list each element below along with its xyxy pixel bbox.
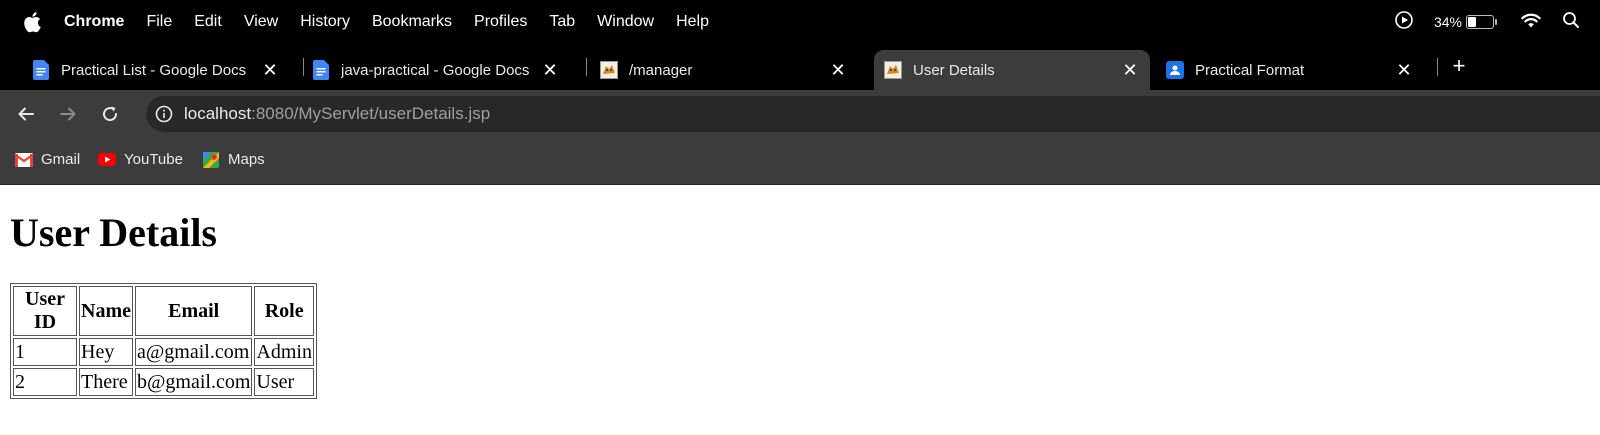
menu-help[interactable]: Help: [676, 13, 709, 31]
battery-icon[interactable]: [1466, 15, 1497, 29]
cell-name: Hey: [79, 338, 133, 366]
close-tab-icon[interactable]: ✕: [540, 60, 560, 80]
tab-java-practical[interactable]: java-practical - Google Docs ✕: [280, 50, 570, 90]
tomcat-icon: [600, 61, 618, 79]
tab-title: User Details: [913, 61, 995, 79]
browser-toolbar: localhost:8080/MyServlet/userDetails.jsp: [0, 90, 1600, 138]
tab-manager[interactable]: /manager ✕: [568, 50, 858, 90]
tab-title: java-practical - Google Docs: [341, 61, 530, 79]
new-tab-button[interactable]: +: [1447, 53, 1471, 78]
bookmark-youtube[interactable]: YouTube: [98, 151, 183, 168]
menu-chrome[interactable]: Chrome: [64, 13, 124, 31]
url-text[interactable]: localhost:8080/MyServlet/userDetails.jsp: [184, 104, 490, 124]
youtube-icon: [98, 152, 116, 168]
bookmarks-bar: Gmail YouTube Maps: [0, 138, 1600, 185]
close-tab-icon[interactable]: ✕: [260, 60, 280, 80]
cell-role: User: [254, 368, 314, 396]
url-path: :8080/MyServlet/userDetails.jsp: [251, 104, 491, 123]
tab-separator: [303, 58, 304, 76]
user-details-table: User ID Name Email Role 1 Hey a@gmail.co…: [10, 283, 317, 399]
menu-edit[interactable]: Edit: [194, 13, 222, 31]
tab-title: Practical Format: [1195, 61, 1305, 79]
cell-email: b@gmail.com: [134, 368, 253, 396]
macos-menu-bar: Chrome File Edit View History Bookmarks …: [0, 0, 1600, 44]
cell-user-id: 2: [13, 368, 77, 396]
media-play-icon[interactable]: [1394, 10, 1414, 35]
tab-practical-format[interactable]: Practical Format ✕: [1134, 50, 1424, 90]
cell-name: There: [79, 368, 133, 396]
google-docs-icon: [312, 60, 330, 80]
tab-title: Practical List - Google Docs: [61, 61, 247, 79]
page-title: User Details: [10, 210, 217, 255]
page-content: User Details User ID Name Email Role 1 H…: [0, 185, 1600, 435]
wifi-icon[interactable]: [1520, 11, 1542, 34]
bookmark-gmail[interactable]: Gmail: [15, 151, 80, 168]
reload-icon[interactable]: [98, 102, 122, 126]
menu-bookmarks[interactable]: Bookmarks: [372, 13, 452, 31]
cell-user-id: 1: [13, 338, 77, 366]
gmail-icon: [15, 152, 33, 168]
spotlight-search-icon[interactable]: [1562, 11, 1580, 34]
tab-user-details[interactable]: User Details ✕: [874, 50, 1150, 90]
tab-separator: [586, 58, 587, 76]
tomcat-icon: [884, 61, 902, 79]
column-header-role: Role: [254, 286, 314, 336]
tab-title: /manager: [629, 61, 693, 79]
bookmark-label: YouTube: [124, 151, 183, 168]
back-arrow-icon[interactable]: [14, 102, 38, 126]
menu-profiles[interactable]: Profiles: [474, 13, 527, 31]
bookmark-label: Maps: [228, 151, 265, 168]
menu-tab[interactable]: Tab: [549, 13, 575, 31]
table-row: 2 There b@gmail.com User: [13, 368, 314, 396]
bookmark-maps[interactable]: Maps: [202, 151, 265, 168]
menu-window[interactable]: Window: [597, 13, 654, 31]
menu-view[interactable]: View: [244, 13, 278, 31]
close-tab-icon[interactable]: ✕: [828, 60, 848, 80]
google-docs-icon: [32, 60, 50, 80]
battery-percent: 34%: [1433, 14, 1462, 30]
tab-strip: Practical List - Google Docs ✕ java-prac…: [0, 44, 1600, 90]
forward-arrow-icon[interactable]: [56, 102, 80, 126]
site-info-icon[interactable]: [154, 104, 174, 124]
column-header-email: Email: [134, 286, 253, 336]
apple-menu-icon[interactable]: [22, 11, 42, 33]
table-header-row: User ID Name Email Role: [13, 286, 314, 336]
column-header-user-id: User ID: [13, 286, 77, 336]
menu-history[interactable]: History: [300, 13, 350, 31]
address-bar[interactable]: localhost:8080/MyServlet/userDetails.jsp: [146, 96, 1600, 132]
table-row: 1 Hey a@gmail.com Admin: [13, 338, 314, 366]
bookmark-label: Gmail: [41, 151, 81, 168]
tab-practical-list[interactable]: Practical List - Google Docs ✕: [0, 50, 290, 90]
google-classroom-icon: [1166, 61, 1184, 79]
cell-email: a@gmail.com: [134, 338, 253, 366]
url-host: localhost: [184, 104, 252, 123]
menu-file[interactable]: File: [146, 13, 172, 31]
tab-separator: [1437, 58, 1438, 76]
column-header-name: Name: [79, 286, 133, 336]
maps-icon: [202, 151, 220, 168]
close-tab-icon[interactable]: ✕: [1394, 60, 1414, 80]
cell-role: Admin: [254, 338, 314, 366]
